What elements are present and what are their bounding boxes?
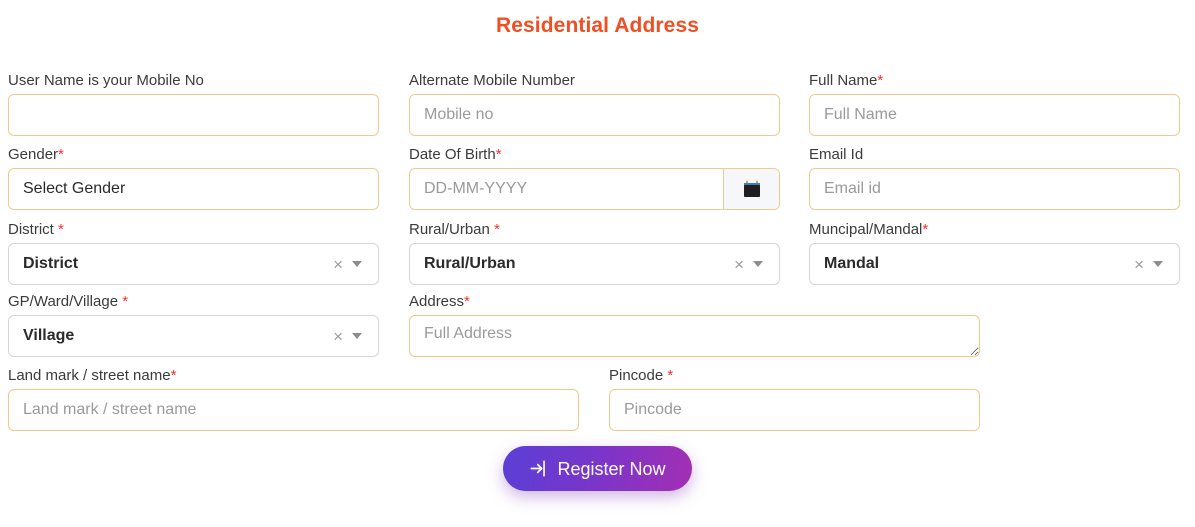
village-selected-value: Village [23, 327, 75, 344]
field-date-of-birth: Date Of Birth* [409, 146, 780, 210]
page-title: Residential Address [495, 14, 700, 37]
gender-selected-value: Select Gender [23, 180, 126, 197]
register-now-button[interactable]: Register Now [503, 446, 692, 491]
chevron-down-icon[interactable] [1153, 261, 1163, 267]
date-of-birth-group [409, 168, 780, 210]
gender-select[interactable]: Select Gender [8, 168, 379, 210]
residential-address-form: Residential Address User Name is your Mo… [0, 0, 1195, 527]
field-alternate-mobile: Alternate Mobile Number [409, 72, 780, 136]
address-label: Address* [409, 293, 470, 310]
village-select[interactable]: Village × [8, 315, 379, 357]
submit-row: Register Now [0, 446, 1195, 491]
village-label: GP/Ward/Village * [8, 293, 129, 310]
address-textarea[interactable] [409, 315, 980, 357]
district-label: District * [8, 221, 64, 238]
chevron-down-icon[interactable] [352, 333, 362, 339]
district-selected-value: District [23, 255, 79, 272]
field-village: GP/Ward/Village * Village × [8, 293, 379, 357]
rural-urban-selected-value: Rural/Urban [424, 255, 516, 272]
calendar-icon [743, 180, 760, 197]
username-input[interactable] [8, 94, 379, 136]
clear-icon[interactable]: × [329, 256, 352, 273]
register-now-label: Register Now [557, 458, 666, 479]
field-rural-urban: Rural/Urban * Rural/Urban × [409, 221, 780, 285]
field-address: Address* [409, 293, 980, 357]
alternate-mobile-label: Alternate Mobile Number [409, 72, 575, 89]
clear-icon[interactable]: × [1130, 256, 1153, 273]
rural-urban-label: Rural/Urban * [409, 221, 500, 238]
email-input[interactable] [809, 168, 1180, 210]
field-full-name: Full Name* [809, 72, 1180, 136]
field-mandal: Muncipal/Mandal* Mandal × [809, 221, 1180, 285]
field-landmark: Land mark / street name* [8, 367, 579, 431]
gender-label: Gender* [8, 146, 64, 163]
required-marker: * [58, 146, 64, 163]
field-username: User Name is your Mobile No [8, 72, 379, 136]
mandal-select[interactable]: Mandal × [809, 243, 1180, 285]
username-label: User Name is your Mobile No [8, 72, 204, 89]
landmark-input[interactable] [8, 389, 579, 431]
pincode-label: Pincode * [609, 367, 674, 384]
required-marker: * [495, 146, 502, 163]
district-select[interactable]: District × [8, 243, 379, 285]
required-marker: * [170, 367, 177, 384]
chevron-down-icon[interactable] [352, 261, 362, 267]
required-marker: * [122, 293, 129, 310]
date-of-birth-label: Date Of Birth* [409, 146, 502, 163]
clear-icon[interactable]: × [329, 328, 352, 345]
field-email: Email Id [809, 146, 1180, 210]
chevron-down-icon[interactable] [753, 261, 763, 267]
date-of-birth-input[interactable] [410, 169, 723, 209]
required-marker: * [877, 72, 884, 89]
field-gender: Gender* Select Gender [8, 146, 379, 210]
landmark-label: Land mark / street name* [8, 367, 177, 384]
full-name-label: Full Name* [809, 72, 884, 89]
sign-in-icon [531, 460, 546, 477]
calendar-button[interactable] [723, 169, 779, 209]
mandal-label: Muncipal/Mandal* [809, 221, 929, 238]
clear-icon[interactable]: × [730, 256, 753, 273]
required-marker: * [464, 293, 470, 310]
field-district: District * District × [8, 221, 379, 285]
full-name-input[interactable] [809, 94, 1180, 136]
required-marker: * [494, 221, 500, 238]
mandal-selected-value: Mandal [824, 255, 880, 272]
pincode-input[interactable] [609, 389, 980, 431]
required-marker: * [667, 367, 674, 384]
field-pincode: Pincode * [609, 367, 980, 431]
email-label: Email Id [809, 146, 864, 163]
rural-urban-select[interactable]: Rural/Urban × [409, 243, 780, 285]
alternate-mobile-input[interactable] [409, 94, 780, 136]
required-marker: * [922, 221, 929, 238]
required-marker: * [58, 221, 64, 238]
